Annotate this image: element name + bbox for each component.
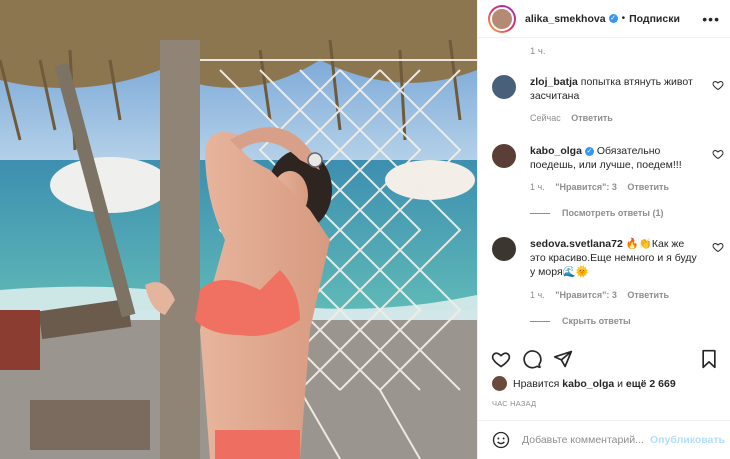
comment-body: sedova.svetlana72 🔥👏Как же это красиво.Е…	[530, 237, 702, 279]
view-replies-button[interactable]: Посмотреть ответы (1)	[530, 208, 663, 218]
hide-replies-button[interactable]: Скрыть ответы	[530, 316, 631, 326]
verified-icon: ✓	[584, 147, 594, 156]
commenter-username[interactable]: kabo_olga	[530, 145, 582, 157]
commenter-username[interactable]: zloj_batja	[530, 76, 578, 88]
comment-meta: 1 ч. "Нравится": 3 Ответить	[530, 182, 677, 192]
comment-time: 1 ч.	[530, 182, 545, 192]
thread-label[interactable]: Посмотреть ответы (1)	[562, 208, 663, 218]
publish-button[interactable]: Опубликовать	[650, 434, 725, 446]
following-button[interactable]: Подписки	[629, 13, 680, 25]
likes-middle: и	[617, 377, 623, 390]
beach-photo-illustration	[0, 0, 477, 459]
more-icon[interactable]: •••	[702, 11, 720, 27]
commenter-avatar[interactable]	[492, 75, 516, 99]
add-comment-bar: Опубликовать	[478, 420, 730, 459]
heart-icon[interactable]	[491, 349, 511, 369]
liker-avatar[interactable]	[492, 376, 507, 391]
comment-likes[interactable]: "Нравится": 3	[555, 182, 617, 192]
comment-time: Сейчас	[530, 113, 561, 123]
thread-label[interactable]: Скрыть ответы	[562, 316, 631, 326]
likes-summary: Нравится kabo_olga и ещё 2 669	[492, 376, 676, 391]
emoji-icon[interactable]	[492, 431, 510, 449]
comments-list[interactable]: 1 ч. zloj_batja попытка втянуть живот за…	[478, 39, 730, 335]
post-timestamp[interactable]: ЧАС НАЗАД	[492, 399, 536, 408]
share-icon[interactable]	[553, 349, 573, 369]
like-comment-heart-icon[interactable]	[712, 79, 724, 91]
commenter-avatar[interactable]	[492, 237, 516, 261]
reply-button[interactable]: Ответить	[627, 182, 669, 192]
bookmark-icon[interactable]	[699, 349, 719, 369]
like-comment-heart-icon[interactable]	[712, 241, 724, 253]
likes-prefix: Нравится	[513, 377, 560, 390]
instagram-post: alika_smekhova ✓ • Подписки ••• 1 ч. zlo…	[0, 0, 730, 459]
thread-line	[530, 320, 550, 322]
post-header: alika_smekhova ✓ • Подписки •••	[478, 0, 730, 38]
comment-likes[interactable]: "Нравится": 3	[555, 290, 617, 300]
thread-line	[530, 212, 550, 214]
post-photo[interactable]	[0, 0, 477, 459]
comment-time: 1 ч.	[530, 290, 545, 300]
commenter-username[interactable]: sedova.svetlana72	[530, 238, 623, 250]
comment-meta: Сейчас Ответить	[530, 113, 621, 123]
comment-body: zloj_batja попытка втянуть живот засчита…	[530, 75, 700, 103]
like-comment-heart-icon[interactable]	[712, 148, 724, 160]
author-avatar[interactable]	[488, 4, 516, 33]
reply-button[interactable]: Ответить	[627, 290, 669, 300]
likes-count-button[interactable]: ещё 2 669	[626, 378, 676, 390]
comment-icon[interactable]	[522, 349, 542, 369]
caption-time: 1 ч.	[530, 46, 546, 57]
post-side-panel: alika_smekhova ✓ • Подписки ••• 1 ч. zlo…	[477, 0, 730, 459]
add-comment-input[interactable]	[522, 434, 650, 446]
commenter-avatar[interactable]	[492, 144, 516, 168]
header-separator: •	[621, 13, 626, 24]
post-action-bar	[478, 345, 730, 373]
comment-body: kabo_olga ✓ Обязательно поедешь, или лучш…	[530, 144, 700, 172]
liker-username[interactable]: kabo_olga	[562, 378, 614, 390]
author-username[interactable]: alika_smekhova	[525, 13, 606, 25]
verified-icon: ✓	[608, 14, 618, 23]
reply-button[interactable]: Ответить	[571, 113, 613, 123]
comment-meta: 1 ч. "Нравится": 3 Ответить	[530, 290, 677, 300]
